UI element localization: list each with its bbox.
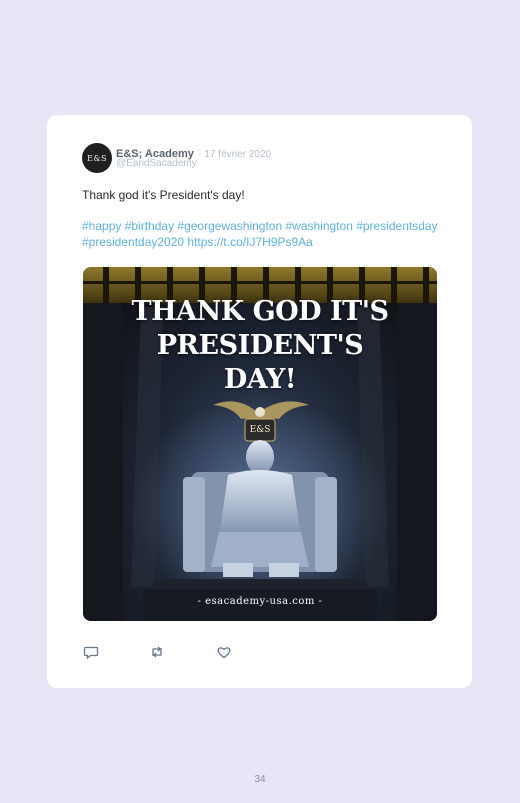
tweet-hashtags[interactable]: #happy #birthday #georgewashington #wash… [82, 218, 452, 250]
avatar-text: E&S [87, 153, 107, 163]
avatar[interactable]: E&S [82, 143, 112, 173]
page-number: 34 [254, 774, 266, 785]
image-headline: THANK GOD IT'S PRESIDENT'S DAY! [83, 295, 437, 397]
headline-line: PRESIDENT'S [156, 330, 364, 361]
author-handle[interactable]: @EandSacademy [116, 158, 197, 169]
headline-line: DAY! [223, 364, 297, 395]
tweet-date[interactable]: · 17 février 2020 [198, 149, 271, 160]
tweet-card: E&S E&S; Academy · 17 février 2020 @Eand… [47, 115, 472, 688]
retweet-icon[interactable] [149, 644, 165, 660]
reply-icon[interactable] [83, 644, 99, 660]
tweet-text: Thank god it's President's day! [82, 188, 245, 202]
like-icon[interactable] [216, 644, 232, 660]
headline-line: THANK GOD IT'S [131, 296, 389, 327]
tweet-image[interactable]: THANK GOD IT'S PRESIDENT'S DAY! E&S - es… [83, 267, 437, 621]
image-website: - esacademy-usa.com - [197, 596, 323, 607]
crest-text: E&S [249, 425, 271, 435]
